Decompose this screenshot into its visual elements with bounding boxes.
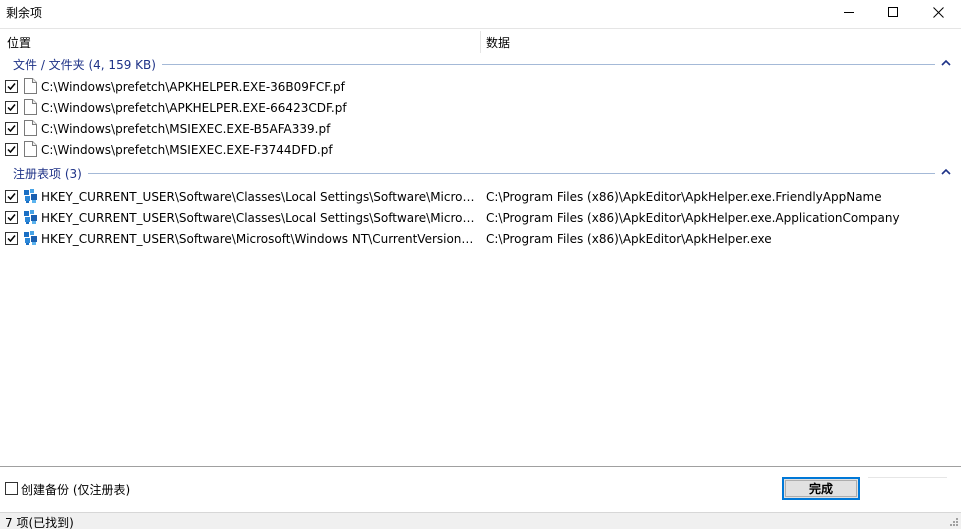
button-placeholder [868, 477, 947, 500]
group-title-registry: 注册表项 (3) [13, 167, 82, 181]
registry-value-data: C:\Program Files (x86)\ApkEditor\ApkHelp… [486, 232, 772, 246]
row-checkbox[interactable] [5, 101, 18, 114]
file-row[interactable]: C:\Windows\prefetch\MSIEXEC.EXE-B5AFA339… [0, 118, 961, 139]
file-icon [24, 120, 37, 136]
registry-value-data: C:\Program Files (x86)\ApkEditor\ApkHelp… [486, 190, 882, 204]
file-row[interactable]: C:\Windows\prefetch\APKHELPER.EXE-36B09F… [0, 76, 961, 97]
close-icon [932, 6, 944, 18]
file-icon [24, 78, 37, 94]
registry-row[interactable]: HKEY_CURRENT_USER\Software\Classes\Local… [0, 207, 961, 228]
collapse-registry-button[interactable] [941, 167, 951, 177]
group-divider [162, 64, 935, 65]
collapse-files-button[interactable] [941, 58, 951, 68]
chevron-up-icon [941, 59, 951, 66]
file-path: C:\Windows\prefetch\MSIEXEC.EXE-F3744DFD… [41, 143, 333, 157]
registry-row[interactable]: HKEY_CURRENT_USER\Software\Microsoft\Win… [0, 228, 961, 249]
minimize-button[interactable] [826, 0, 872, 24]
registry-key-icon [23, 209, 39, 225]
status-bar: 7 项(已找到) [0, 512, 961, 529]
title-bar: 剩余项 [0, 0, 961, 24]
column-header-location[interactable]: 位置 [7, 34, 31, 51]
create-backup-label[interactable]: 创建备份 (仅注册表) [21, 481, 130, 498]
chevron-up-icon [941, 168, 951, 175]
row-checkbox[interactable] [5, 211, 18, 224]
file-row[interactable]: C:\Windows\prefetch\MSIEXEC.EXE-F3744DFD… [0, 139, 961, 160]
row-checkbox[interactable] [5, 143, 18, 156]
registry-key-icon [23, 230, 39, 246]
create-backup-checkbox[interactable] [5, 482, 18, 495]
maximize-icon [888, 7, 898, 17]
row-checkbox[interactable] [5, 80, 18, 93]
group-divider [88, 173, 935, 174]
file-icon [24, 99, 37, 115]
footer-divider [0, 466, 961, 467]
column-divider[interactable] [480, 31, 481, 53]
row-checkbox[interactable] [5, 122, 18, 135]
done-button[interactable]: 完成 [782, 477, 860, 500]
file-path: C:\Windows\prefetch\MSIEXEC.EXE-B5AFA339… [41, 122, 331, 136]
close-button[interactable] [915, 0, 961, 24]
file-path: C:\Windows\prefetch\APKHELPER.EXE-66423C… [41, 101, 347, 115]
row-checkbox[interactable] [5, 232, 18, 245]
done-button-label: 完成 [808, 482, 833, 496]
resize-grip-icon[interactable] [949, 517, 959, 527]
registry-row[interactable]: HKEY_CURRENT_USER\Software\Classes\Local… [0, 186, 961, 207]
row-checkbox[interactable] [5, 190, 18, 203]
registry-key-path: HKEY_CURRENT_USER\Software\Microsoft\Win… [41, 232, 475, 246]
file-icon [24, 141, 37, 157]
column-header-data[interactable]: 数据 [486, 34, 510, 51]
status-text: 7 项(已找到) [5, 516, 74, 529]
registry-key-icon [23, 188, 39, 204]
file-path: C:\Windows\prefetch\APKHELPER.EXE-36B09F… [41, 80, 345, 94]
file-row[interactable]: C:\Windows\prefetch\APKHELPER.EXE-66423C… [0, 97, 961, 118]
registry-value-data: C:\Program Files (x86)\ApkEditor\ApkHelp… [486, 211, 900, 225]
registry-key-path: HKEY_CURRENT_USER\Software\Classes\Local… [41, 190, 475, 204]
window-title: 剩余项 [6, 6, 43, 20]
registry-key-path: HKEY_CURRENT_USER\Software\Classes\Local… [41, 211, 475, 225]
minimize-icon [844, 11, 854, 13]
group-header-files: 文件 / 文件夹 (4, 159 KB) [0, 55, 961, 73]
maximize-button[interactable] [870, 0, 916, 24]
column-header: 位置 数据 [0, 28, 961, 54]
group-header-registry: 注册表项 (3) [0, 164, 961, 182]
group-title-files: 文件 / 文件夹 (4, 159 KB) [13, 58, 156, 72]
